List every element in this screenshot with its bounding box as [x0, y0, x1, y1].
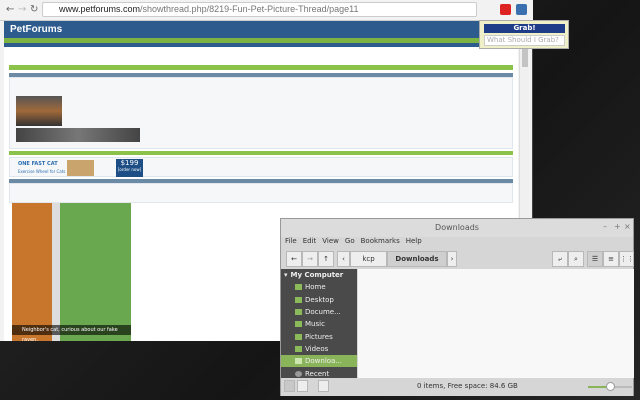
grab-extension-icon[interactable]	[516, 4, 527, 15]
sidebar-toggle-button[interactable]	[318, 380, 329, 392]
photo-caption: Neighbor's cat, curious about our fake r…	[12, 325, 131, 341]
grab-popup: Grab! What Should I Grab?	[479, 20, 569, 49]
sidebar-item-documents[interactable]: Docume...	[281, 306, 357, 318]
path-kcp[interactable]: kcp	[350, 251, 387, 267]
home-folder-icon	[295, 284, 302, 291]
post	[9, 77, 513, 149]
music-folder-icon	[295, 321, 302, 328]
downloads-folder-icon	[295, 358, 302, 365]
back-button[interactable]: ←	[286, 251, 302, 267]
search-button[interactable]: ⌕	[568, 251, 584, 267]
ad-image	[67, 160, 94, 176]
list-view-button[interactable]: ≡	[603, 251, 619, 267]
back-icon[interactable]: ←	[6, 4, 14, 15]
location-toggle-button[interactable]: ⤶	[552, 251, 568, 267]
menu-bookmarks[interactable]: Bookmarks	[361, 237, 400, 245]
up-button[interactable]: ↑	[318, 251, 334, 267]
youtube-extension-icon[interactable]	[500, 4, 511, 15]
sidebar-item-recent[interactable]: Recent	[281, 367, 357, 378]
sidebar-item-desktop[interactable]: Desktop	[281, 294, 357, 306]
sidebar-item-videos[interactable]: Videos	[281, 343, 357, 355]
menu-edit[interactable]: Edit	[303, 237, 317, 245]
compact-view-button[interactable]: ⋮⋮	[619, 251, 634, 267]
zoom-slider[interactable]	[588, 382, 632, 391]
grab-button[interactable]: Grab!	[484, 24, 565, 33]
menu-file[interactable]: File	[285, 237, 297, 245]
browser-toolbar: ← → ↻ www.petforums.com/showthread.php/8…	[0, 0, 533, 21]
sidebar-item-pictures[interactable]: Pictures	[281, 330, 357, 342]
status-text: 0 items, Free space: 84.6 GB	[417, 382, 518, 390]
forward-icon[interactable]: →	[18, 4, 26, 15]
address-bar[interactable]: www.petforums.com/showthread.php/8219-Fu…	[42, 2, 477, 17]
sidebar-item-downloads[interactable]: Downloa...	[281, 355, 357, 368]
path-right-button[interactable]: ›	[447, 251, 457, 267]
menu-help[interactable]: Help	[406, 237, 422, 245]
pictures-folder-icon	[295, 333, 302, 340]
window-title: Downloads	[281, 219, 633, 237]
minimize-icon[interactable]: –	[603, 222, 607, 231]
recent-icon	[295, 370, 302, 377]
cat-raven-photo: Neighbor's cat, curious about our fake r…	[12, 203, 131, 341]
reload-icon[interactable]: ↻	[30, 4, 38, 15]
sidebar-item-home[interactable]: Home	[281, 281, 357, 293]
forum-header: PetForums	[4, 21, 518, 38]
menu-go[interactable]: Go	[345, 237, 355, 245]
reply-bar	[9, 151, 513, 155]
videos-folder-icon	[295, 345, 302, 352]
documents-folder-icon	[295, 309, 302, 316]
desktop-folder-icon	[295, 296, 302, 303]
path-downloads[interactable]: Downloads	[387, 251, 447, 267]
path-left-button[interactable]: ‹	[337, 251, 350, 267]
menu-bar: File Edit View Go Bookmarks Help	[285, 237, 422, 245]
thread-bar	[9, 65, 513, 70]
ad-brand[interactable]: ONE FAST CAT	[18, 161, 58, 167]
sidebar-header[interactable]: ▾ My Computer	[281, 269, 357, 281]
forum-subnav[interactable]	[4, 43, 518, 47]
close-icon[interactable]: ×	[624, 222, 631, 231]
forum-logo[interactable]: PetForums	[10, 24, 62, 35]
sidebar: ▾ My Computer Home Desktop Docume... Mus…	[281, 269, 357, 378]
file-manager-window: Downloads – + × File Edit View Go Bookma…	[280, 218, 634, 396]
grab-input[interactable]: What Should I Grab?	[484, 35, 565, 46]
tree-toggle-button[interactable]	[297, 380, 308, 392]
places-toggle-button[interactable]	[284, 380, 295, 392]
dog-meme-image	[16, 96, 62, 126]
maximize-icon[interactable]: +	[614, 222, 621, 231]
ad-banner[interactable]	[16, 128, 140, 142]
menu-view[interactable]: View	[322, 237, 339, 245]
forward-button[interactable]: →	[302, 251, 318, 267]
file-list-area[interactable]	[358, 269, 634, 378]
post-2	[9, 183, 513, 203]
icon-view-button[interactable]: ☰	[587, 251, 603, 267]
ad-tagline[interactable]: Exercise Wheel for Cats	[18, 169, 65, 174]
sidebar-item-music[interactable]: Music	[281, 318, 357, 330]
ad-block: ONE FAST CAT Exercise Wheel for Cats $19…	[9, 157, 513, 177]
ad-price-box[interactable]: $199 [order now]	[116, 159, 143, 177]
status-bar: 0 items, Free space: 84.6 GB	[281, 378, 633, 396]
